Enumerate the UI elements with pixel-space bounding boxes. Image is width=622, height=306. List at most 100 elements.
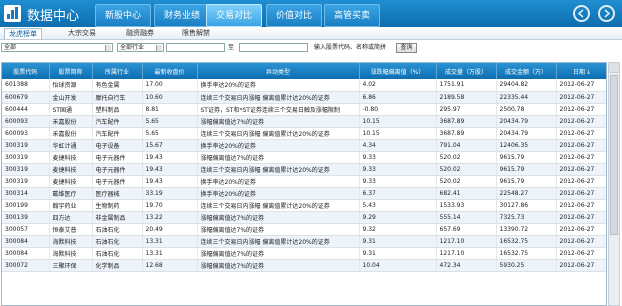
table-row[interactable]: 300319 麦捷科技 电子元器件 19.43 连续三个交易日内涨幅 偏离值累计达20%… — [2, 163, 606, 176]
col-header-volume[interactable]: 成交量（万股） — [436, 63, 497, 79]
cell-deviation: 4.02 — [359, 79, 437, 92]
cell-amount: 20434.79 — [496, 127, 557, 140]
cell-deviation: 4.34 — [359, 139, 437, 152]
back-arrow-icon[interactable] — [573, 5, 590, 22]
market-select[interactable]: 全部 — [1, 43, 113, 52]
table-row[interactable]: 300319 麦捷科技 电子元器件 19.43 换手率达20%的证券 9.33 520.02… — [2, 175, 606, 188]
col-header-name[interactable]: 股票简称 — [49, 63, 93, 79]
cell-date: 2012-06-27 — [556, 247, 606, 260]
col-header-deviation[interactable]: 涨跌幅偏离值（%） — [359, 63, 437, 79]
table-row[interactable]: 600093 禾嘉股份 汽车配件 5.65 涨幅偏离值达7%的证券 10.15 3687.8… — [2, 115, 606, 128]
cell-type: 换手率达20%的证券 — [197, 139, 360, 152]
cell-deviation: -0.80 — [359, 103, 437, 116]
cell-volume: 520.02 — [436, 163, 497, 176]
end-date-input[interactable] — [239, 43, 308, 52]
vertical-scrollbar[interactable] — [608, 62, 620, 306]
cell-type: 涨幅偏离值达7%的证券 — [197, 151, 360, 164]
cell-amount: 9615.79 — [496, 151, 557, 164]
table-row[interactable]: 601388 怡球资源 有色金属 17.00 换手率达20%的证券 4.02 1751.91… — [2, 79, 606, 92]
cell-name: 四方达 — [49, 211, 93, 224]
col-header-date[interactable]: 日期↓ — [556, 63, 606, 79]
cell-industry: 电子元器件 — [92, 163, 143, 176]
col-header-industry[interactable]: 所属行业 — [92, 63, 143, 79]
table-row[interactable]: 600093 禾嘉股份 汽车配件 5.65 连续三个交易日内涨幅 偏离值累计达20%的证… — [2, 127, 606, 140]
table-row[interactable]: 600444 ST国通 塑料制品 8.81 ST证券，ST和*ST证券连续三个交易日触及… — [2, 103, 606, 116]
tab-dragon-tiger-list[interactable]: 龙虎榜单 — [4, 28, 42, 39]
nav-executive-trading[interactable]: 高管买卖 — [324, 4, 380, 27]
col-header-code[interactable]: 股票代码 — [2, 63, 50, 79]
cell-type: 涨幅偏离值达7%的证券 — [197, 115, 360, 128]
scroll-thumb[interactable] — [610, 75, 618, 235]
cell-deviation: 9.31 — [359, 247, 437, 260]
cell-volume: 1533.93 — [436, 199, 497, 212]
cell-name: 麦捷科技 — [49, 151, 93, 164]
cell-name: 禾嘉股份 — [49, 115, 93, 128]
cell-date: 2012-06-27 — [556, 223, 606, 236]
cell-name: ST国通 — [49, 103, 93, 116]
sort-down-icon: ↓ — [585, 68, 592, 76]
tab-restricted-unlock[interactable]: 限售解禁 — [182, 28, 210, 39]
cell-amount: 20434.79 — [496, 115, 557, 128]
cell-deviation: 9.33 — [359, 175, 437, 188]
tab-block-trade[interactable]: 大宗交易 — [68, 28, 96, 39]
cell-deviation: 9.33 — [359, 151, 437, 164]
forward-arrow-icon[interactable] — [598, 5, 615, 22]
cell-volume: 682.41 — [436, 187, 497, 200]
nav-financial-performance[interactable]: 财务业绩 — [154, 4, 210, 27]
cell-amount: 29404.82 — [496, 79, 557, 92]
table-row[interactable]: 300319 麦捷科技 电子元器件 19.43 涨幅偏离值达7%的证券 9.33 520.0… — [2, 151, 606, 164]
cell-code: 601388 — [2, 79, 50, 92]
cell-close: 33.19 — [142, 187, 198, 200]
table-row[interactable]: 300199 翰宇药业 生物制药 19.70 连续三个交易日内涨幅 偏离值累计达20%的… — [2, 199, 606, 212]
cell-deviation: 5.43 — [359, 199, 437, 212]
cell-deviation: 10.15 — [359, 127, 437, 140]
scroll-up-icon[interactable] — [609, 63, 619, 73]
cell-type: 换手率达20%的证券 — [197, 187, 360, 200]
cell-code: 300319 — [2, 175, 50, 188]
cell-name: 戴维医疗 — [49, 187, 93, 200]
table-row[interactable]: 300314 戴维医疗 医疗器械 33.19 换手率达20%的证券 6.37 682.41 2… — [2, 187, 606, 200]
cell-date: 2012-06-27 — [556, 259, 606, 272]
cell-industry: 塑料制品 — [92, 103, 143, 116]
nav-trade-comparison[interactable]: 交易对比 — [206, 4, 262, 27]
cell-volume: 520.02 — [436, 175, 497, 188]
table-row[interactable]: 300084 海默科技 石油石化 13.31 涨幅偏离值达7%的证券 9.31 1217.1… — [2, 247, 606, 260]
cell-date: 2012-06-27 — [556, 115, 606, 128]
cell-deviation: 6.86 — [359, 91, 437, 104]
cell-close: 19.43 — [142, 175, 198, 188]
col-header-type[interactable]: 异动类型 — [197, 63, 360, 79]
market-select-value: 全部 — [4, 44, 17, 51]
cell-deviation: 9.31 — [359, 235, 437, 248]
col-header-amount[interactable]: 成交金额（万） — [496, 63, 557, 79]
cell-type: ST证券，ST和*ST证券连续三个交易日触及涨幅限制 — [197, 103, 360, 116]
table-row[interactable]: 600679 金山开发 摩托自行车 10.60 连续三个交易日内涨幅 偏离值累计达20%… — [2, 91, 606, 104]
cell-deviation: 6.37 — [359, 187, 437, 200]
cell-volume: 520.02 — [436, 151, 497, 164]
cell-code: 600444 — [2, 103, 50, 116]
industry-select[interactable]: 全部行业 — [117, 43, 164, 52]
table-row[interactable]: 300057 恒泰艾普 石油石化 20.49 涨幅偏离值达7%的证券 9.32 657.69… — [2, 223, 606, 236]
table-row[interactable]: 300139 四方达 非金属制品 13.22 涨幅偏离值达7%的证券 9.29 555.14… — [2, 211, 606, 224]
cell-deviation: 9.29 — [359, 211, 437, 224]
table-row[interactable]: 300084 海默科技 石油石化 13.31 连续三个交易日内涨幅 偏离值累计达20%的… — [2, 235, 606, 248]
cell-date: 2012-06-27 — [556, 175, 606, 188]
col-header-close[interactable]: 最新收盘价 — [142, 63, 198, 79]
cell-type: 连续三个交易日内涨幅 偏离值累计达20%的证券 — [197, 163, 360, 176]
nav-new-stock-center[interactable]: 新股中心 — [95, 4, 151, 27]
nav-value-comparison[interactable]: 价值对比 — [266, 4, 322, 27]
table-header-row: 股票代码 股票简称 所属行业 最新收盘价 异动类型 涨跌幅偏离值（%） 成交量（… — [2, 63, 606, 79]
cell-close: 13.31 — [142, 235, 198, 248]
cell-amount: 7325.73 — [496, 211, 557, 224]
query-button[interactable]: 查询 — [396, 43, 417, 53]
table-row[interactable]: 300072 三聚环保 化学制品 12.68 涨幅偏离值达7%的证券 10.04 472.3… — [2, 259, 606, 272]
cell-amount: 16532.75 — [496, 247, 557, 260]
cell-amount: 13390.72 — [496, 223, 557, 236]
cell-volume: 1751.91 — [436, 79, 497, 92]
cell-amount: 16532.75 — [496, 235, 557, 248]
tab-margin-trading[interactable]: 融资融券 — [126, 28, 154, 39]
cell-volume: 1217.10 — [436, 235, 497, 248]
table-row[interactable]: 300319 华虹计通 电子设备 15.67 换手率达20%的证券 4.34 791.04 1… — [2, 139, 606, 152]
cell-code: 300139 — [2, 211, 50, 224]
cell-close: 8.81 — [142, 103, 198, 116]
start-date-input[interactable] — [166, 43, 225, 52]
